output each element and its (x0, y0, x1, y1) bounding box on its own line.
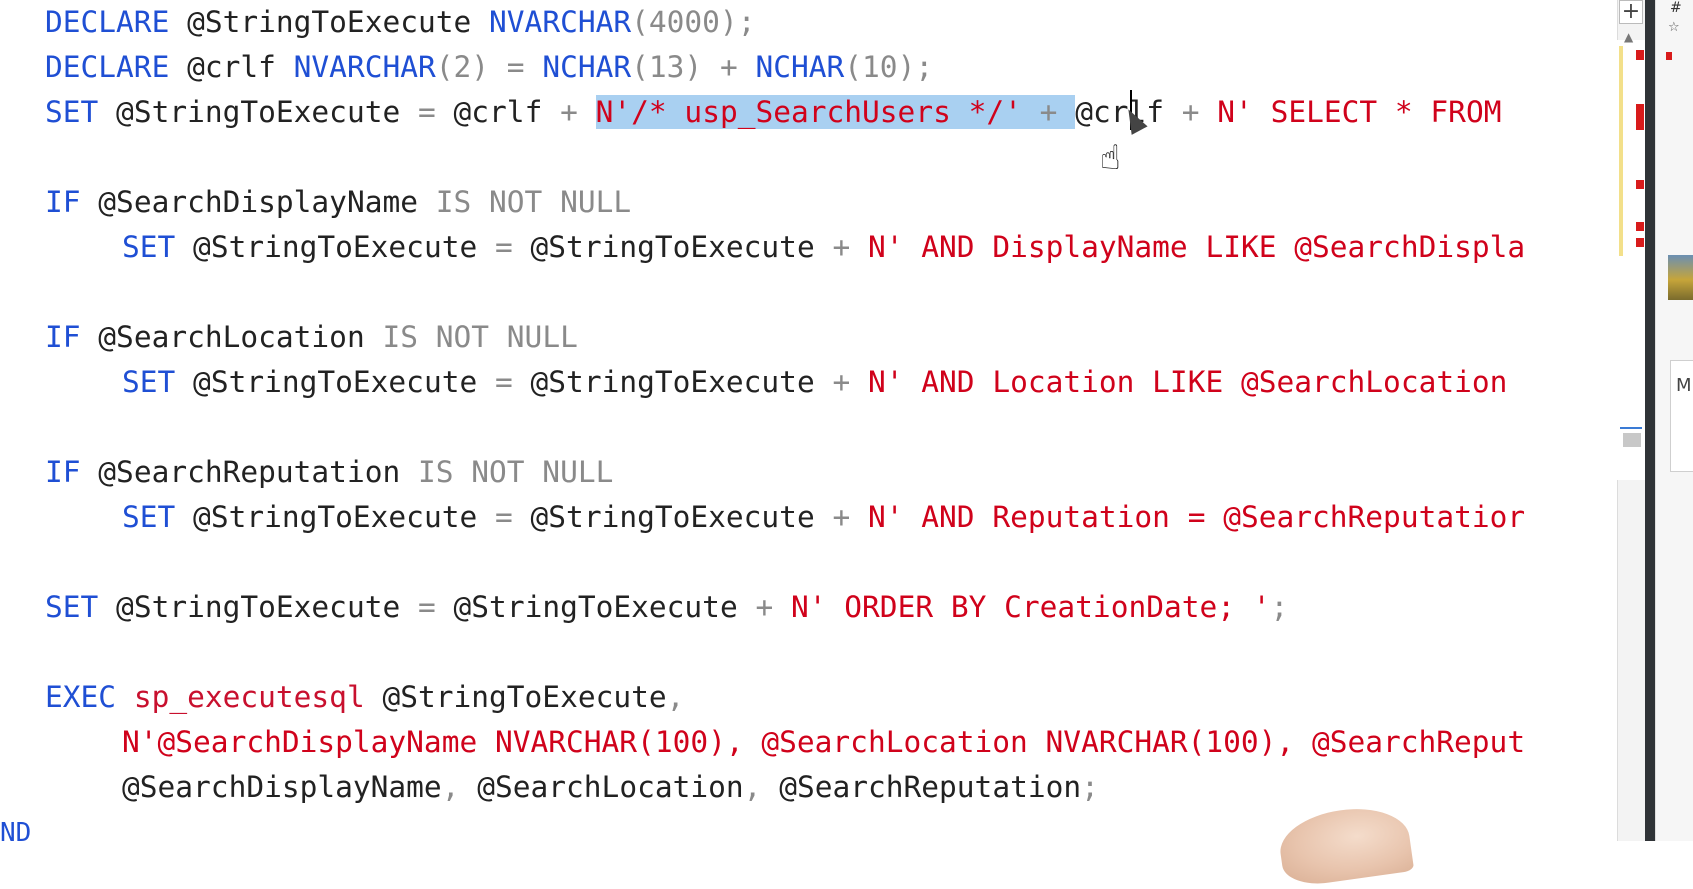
error-marker[interactable] (1636, 180, 1644, 189)
code-token: NVARCHAR (489, 5, 632, 39)
code-token: SET (45, 590, 99, 624)
code-token: @StringToExecute (175, 365, 495, 399)
code-token: IS NOT NULL (382, 320, 578, 354)
code-token: (4000); (631, 5, 756, 39)
code-token: N' AND DisplayName LIKE @SearchDispla (868, 230, 1526, 264)
code-token: + (560, 95, 596, 129)
code-token: @StringToExecute (530, 365, 833, 399)
code-token: @SearchReputation (779, 770, 1082, 804)
code-token: N' ORDER BY CreationDate; ' (791, 590, 1271, 624)
code-token: @SearchReputation (80, 455, 418, 489)
hand-cursor-icon: ☝ (1100, 138, 1121, 178)
code-line[interactable]: IF @SearchLocation IS NOT NULL (45, 315, 578, 360)
code-token: @StringToExecute (175, 230, 495, 264)
code-token: N' SELECT * FROM (1217, 95, 1502, 129)
panel-red-marker (1666, 52, 1672, 60)
code-token: @crlf (169, 50, 294, 84)
code-token: + (832, 365, 868, 399)
code-line[interactable]: IF @SearchDisplayName IS NOT NULL (45, 180, 631, 225)
change-indicator-bar (1619, 46, 1623, 256)
code-token: @StringToExecute (169, 5, 490, 39)
code-token: + (1021, 95, 1076, 129)
code-token: = (495, 230, 531, 264)
panel-card-letter: M (1676, 375, 1692, 396)
code-token: SET (45, 95, 99, 129)
code-token: NCHAR (542, 50, 632, 84)
error-marker[interactable] (1636, 222, 1644, 231)
code-line[interactable]: @SearchDisplayName, @SearchLocation, @Se… (122, 765, 1099, 810)
code-token: , (441, 770, 478, 804)
code-line[interactable]: SET @StringToExecute = @StringToExecute … (122, 495, 1525, 540)
code-line[interactable]: SET @StringToExecute = @StringToExecute … (122, 225, 1525, 270)
pin-icon[interactable]: ☆ (1668, 20, 1680, 35)
code-token: DECLARE (45, 5, 170, 39)
code-token: NCHAR (755, 50, 845, 84)
panel-thumbnail-image[interactable] (1668, 255, 1693, 300)
code-token: IS NOT NULL (435, 185, 632, 219)
code-token: @StringToExecute (453, 590, 756, 624)
code-token: = (495, 365, 531, 399)
code-token: N'/* usp_SearchUsers */' (595, 95, 1022, 129)
code-token: @SearchLocation (477, 770, 744, 804)
code-token: N' AND Location LIKE @SearchLocation (868, 365, 1508, 399)
code-token: + (832, 500, 868, 534)
code-token: N'@SearchDisplayName NVARCHAR(100), @Sea… (122, 725, 1526, 759)
code-token: @StringToExecute (530, 230, 833, 264)
split-editor-button[interactable]: + (1619, 0, 1643, 24)
window-divider (1645, 0, 1655, 841)
code-token: IS NOT NULL (417, 455, 614, 489)
code-token: IF (45, 455, 81, 489)
code-line[interactable]: DECLARE @StringToExecute NVARCHAR(4000); (45, 0, 755, 45)
code-token: NVARCHAR (293, 50, 436, 84)
code-line[interactable]: DECLARE @crlf NVARCHAR(2) = NCHAR(13) + … (45, 45, 933, 90)
code-token: , (666, 680, 685, 714)
code-token: DECLARE (45, 50, 170, 84)
code-token: @StringToExecute (175, 500, 495, 534)
scroll-thumb[interactable] (1623, 433, 1641, 447)
code-token: @SearchDisplayName (122, 770, 442, 804)
code-fragment-end: ND (0, 818, 32, 848)
code-token: SET (122, 365, 176, 399)
code-line[interactable]: SET @StringToExecute = @crlf + N'/* usp_… (45, 90, 1501, 135)
sql-editor[interactable]: DECLARE @StringToExecute NVARCHAR(4000);… (0, 0, 1617, 841)
code-token: @StringToExecute (530, 500, 833, 534)
code-token: (10); (844, 50, 934, 84)
code-token: IF (45, 185, 81, 219)
code-token: , (743, 770, 780, 804)
code-token: + (832, 230, 868, 264)
code-token: = (418, 95, 436, 129)
code-line[interactable]: N'@SearchDisplayName NVARCHAR(100), @Sea… (122, 720, 1525, 765)
code-token: EXEC (45, 680, 117, 714)
code-token: (2) = (435, 50, 543, 84)
code-token: IF (45, 320, 81, 354)
code-token: @StringToExecute (98, 590, 418, 624)
code-token: @StringToExecute (364, 680, 667, 714)
code-token: @StringToExecute (98, 95, 418, 129)
code-line[interactable]: EXEC sp_executesql @StringToExecute, (45, 675, 684, 720)
code-token: sp_executesql (133, 680, 365, 714)
code-token: @SearchLocation (80, 320, 383, 354)
scroll-position-indicator (1620, 427, 1642, 429)
error-marker[interactable] (1636, 104, 1644, 130)
code-token: SET (122, 230, 176, 264)
code-token: @crlf (435, 95, 561, 129)
code-token: (13) + (631, 50, 756, 84)
code-line[interactable]: IF @SearchReputation IS NOT NULL (45, 450, 613, 495)
code-token: ; (1270, 590, 1289, 624)
code-token: N' AND Reputation = @SearchReputatior (868, 500, 1526, 534)
code-line[interactable]: SET @StringToExecute = @StringToExecute … (122, 360, 1507, 405)
code-token: = (495, 500, 531, 534)
code-line[interactable]: SET @StringToExecute = @StringToExecute … (45, 585, 1288, 630)
code-token: + (1181, 95, 1218, 129)
code-token: @SearchDisplayName (80, 185, 436, 219)
code-token: SET (122, 500, 176, 534)
error-marker[interactable] (1636, 238, 1644, 247)
code-token: = (418, 590, 454, 624)
code-token: + (755, 590, 791, 624)
code-token: ; (1081, 770, 1099, 804)
error-marker[interactable] (1636, 50, 1644, 60)
scroll-up-icon[interactable]: ▲ (1624, 30, 1633, 44)
panel-hash-text: # (1670, 0, 1682, 16)
